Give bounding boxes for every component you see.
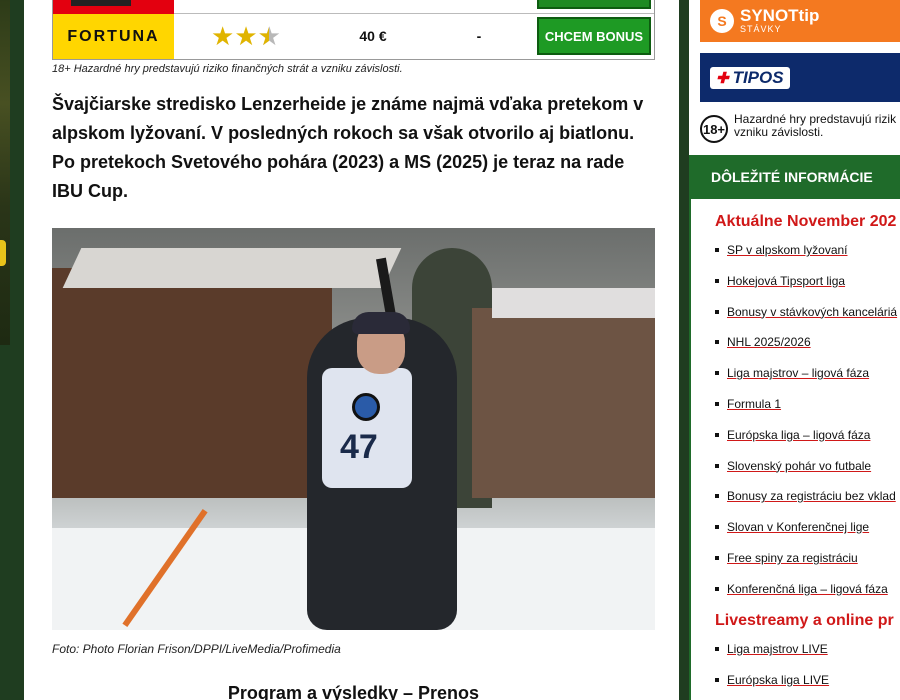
rating-stars: ★★★★ — [211, 23, 281, 49]
content-gutter — [679, 0, 689, 700]
bib-sponsor-icon — [352, 393, 380, 421]
bullet-icon — [715, 432, 719, 437]
bookmaker-table: FORTUNA ★★★★ 40 € - CHCEM BONUS — [52, 0, 655, 60]
sidebar-link-item[interactable]: Slovan v Konferenčnej lige — [715, 517, 869, 537]
sidebar-link-item[interactable]: Konferenčná liga – ligová fáza — [715, 579, 888, 599]
bullet-icon — [715, 556, 719, 560]
star-icon: ★ — [234, 21, 258, 51]
age-18-icon: 18+ — [700, 115, 728, 143]
left-side-banner[interactable] — [0, 0, 10, 345]
bullet-icon — [715, 309, 719, 314]
photo-house — [472, 308, 655, 498]
bookmaker-row: FORTUNA ★★★★ 40 € - CHCEM BONUS — [53, 14, 654, 59]
sidebar-link[interactable]: Európska liga LIVE — [727, 673, 829, 687]
sidebar-link[interactable]: Konferenčná liga – ligová fáza — [727, 582, 888, 596]
fortuna-logo[interactable]: FORTUNA — [53, 14, 174, 59]
photo-athlete-cap — [352, 312, 410, 334]
sidebar-link[interactable]: NHL 2025/2026 — [727, 335, 811, 349]
tipos-mark-icon: ✚ — [716, 69, 729, 87]
star-icon: ★ — [211, 21, 235, 51]
sidebar-link[interactable]: SP v alpskom lyžovaní — [727, 243, 848, 257]
photo-chalet — [52, 268, 332, 498]
sidebar-link[interactable]: Bonusy v stávkových kanceláriá — [727, 305, 897, 319]
left-banner-accent — [0, 240, 6, 266]
bullet-icon — [715, 525, 719, 530]
photo-house-roof — [492, 288, 655, 318]
sidebar-link-item[interactable]: Bonusy v stávkových kanceláriá — [715, 302, 897, 322]
photo-chalet-roof — [62, 248, 402, 288]
left-background — [0, 0, 24, 700]
synottip-banner[interactable]: S SYNOTtip STÁVKY — [700, 0, 900, 42]
sidebar-link-item[interactable]: Európska liga LIVE — [715, 670, 829, 690]
sidebar-link[interactable]: Free spiny za registráciu — [727, 551, 858, 565]
gambling-disclaimer: 18+ Hazardné hry predstavujú riziko fina… — [52, 63, 403, 75]
sidebar-link-item[interactable]: SP v alpskom lyžovaní — [715, 240, 848, 260]
sidebar-link-item[interactable]: Bonusy za registráciu bez vklad — [715, 486, 896, 506]
sidebar-link-item[interactable]: Hokejová Tipsport liga — [715, 271, 845, 291]
bullet-icon — [715, 340, 719, 345]
bonus-button-partial[interactable] — [537, 0, 651, 9]
tipos-banner[interactable]: ✚ TIPOS — [700, 53, 900, 102]
sidebar-link-item[interactable]: Európska liga – ligová fáza — [715, 425, 870, 445]
sidebar-link-item[interactable]: Formula 1 — [715, 394, 781, 414]
article-photo: 47 — [52, 228, 655, 630]
bullet-icon — [715, 402, 719, 406]
sidebar-link[interactable]: Formula 1 — [727, 397, 781, 411]
sidebar-link[interactable]: Liga majstrov – ligová fáza — [727, 366, 869, 380]
sidebar-link[interactable]: Slovenský pohár vo futbale — [727, 459, 871, 473]
bullet-icon — [715, 371, 719, 376]
photo-caption: Foto: Photo Florian Frison/DPPI/LiveMedi… — [52, 642, 341, 656]
tipos-logo: ✚ TIPOS — [710, 66, 790, 89]
sidebar-link-item[interactable]: Liga majstrov – ligová fáza — [715, 363, 869, 383]
bullet-icon — [715, 278, 719, 283]
synottip-subtitle: STÁVKY — [740, 24, 782, 34]
sidebar-link[interactable]: Bonusy za registráciu bez vklad — [727, 489, 896, 503]
sidebar-link-item[interactable]: Slovenský pohár vo futbale — [715, 456, 871, 476]
age-warning-text: Hazardné hry predstavujú rizik vzniku zá… — [734, 112, 897, 139]
claim-bonus-button[interactable]: CHCEM BONUS — [537, 17, 651, 55]
article-intro: Švajčiarske stredisko Lenzerheide je zná… — [52, 94, 644, 201]
sidebar-link-item[interactable]: Free spiny za registráciu — [715, 548, 858, 568]
age-warning: 18+ Hazardné hry predstavujú rizik vznik… — [700, 113, 900, 143]
half-star-icon: ★★ — [257, 21, 281, 51]
sidebar-link[interactable]: Hokejová Tipsport liga — [727, 274, 845, 288]
bullet-icon — [715, 647, 719, 651]
bookmaker-logo-partial[interactable] — [53, 0, 174, 14]
bullet-icon — [715, 463, 719, 468]
photo-bib-number: 47 — [340, 428, 378, 466]
sidebar: S SYNOTtip STÁVKY ✚ TIPOS 18+ Hazardné hr… — [689, 0, 900, 700]
sidebar-border — [689, 199, 691, 700]
bonus-extra: - — [476, 28, 482, 44]
bookmaker-row-partial — [53, 0, 654, 14]
sidebar-link[interactable]: Liga majstrov LIVE — [727, 642, 828, 656]
section-title-current: Aktuálne November 202 — [715, 213, 897, 230]
bullet-icon — [715, 494, 719, 499]
info-header: DÔLEŽITÉ INFORMÁCIE — [689, 155, 900, 199]
sidebar-link-item[interactable]: NHL 2025/2026 — [715, 332, 811, 352]
tipos-brand: TIPOS — [732, 67, 784, 87]
synottip-logo-icon: S — [710, 9, 734, 33]
bullet-icon — [715, 678, 719, 682]
bullet-icon — [715, 586, 719, 591]
section-title-livestreams: Livestreamy a online pr — [715, 612, 894, 629]
sidebar-link-item[interactable]: Liga majstrov LIVE — [715, 639, 828, 659]
sidebar-link[interactable]: Európska liga – ligová fáza — [727, 428, 870, 442]
bullet-icon — [715, 248, 719, 252]
section-heading: Program a výsledky – Prenos — [227, 683, 480, 700]
bonus-amount: 40 € — [359, 28, 387, 44]
synottip-brand: SYNOTtip — [740, 6, 820, 25]
sidebar-link[interactable]: Slovan v Konferenčnej lige — [727, 520, 869, 534]
